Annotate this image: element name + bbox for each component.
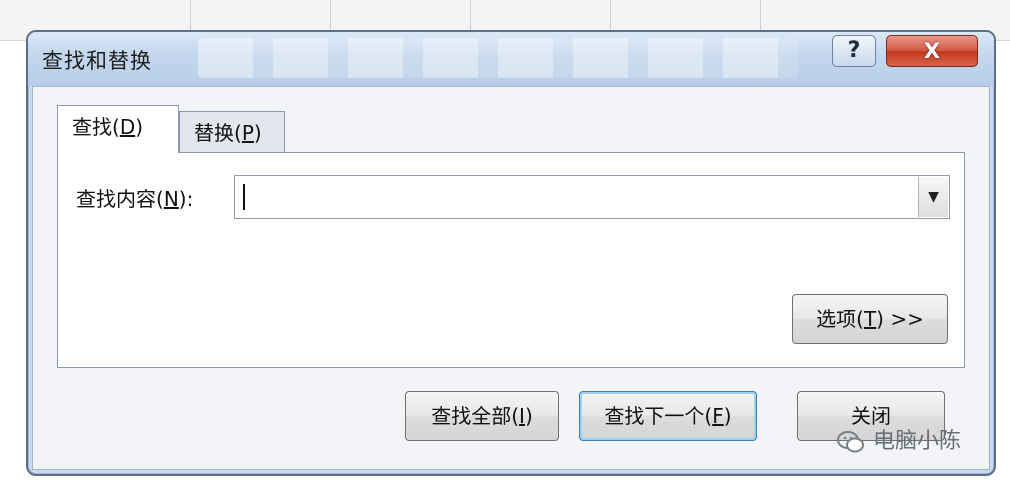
find-label-text: 查找内容( bbox=[76, 187, 164, 211]
find-next-suffix: ) bbox=[723, 404, 732, 428]
find-tab-panel: 查找内容(N): ▼ 选项(T) >> bbox=[57, 152, 965, 368]
dialog-client-area: 查找(D) 替换(P) 查找内容(N): ▼ 选项(T) >> 查找全部(I) bbox=[32, 86, 990, 470]
text-caret bbox=[243, 184, 245, 210]
chevron-down-icon: ▼ bbox=[928, 189, 939, 205]
help-button[interactable]: ? bbox=[832, 35, 876, 67]
tab-find-text: 查找( bbox=[72, 115, 120, 139]
tab-replace[interactable]: 替换(P) bbox=[179, 111, 285, 155]
tab-replace-text: 替换( bbox=[194, 121, 242, 145]
find-all-text: 查找全部( bbox=[431, 404, 520, 428]
tab-find-accesskey: D bbox=[119, 115, 136, 139]
close-window-button[interactable]: X bbox=[886, 35, 978, 67]
dialog-title: 查找和替换 bbox=[42, 49, 152, 73]
find-next-accesskey: F bbox=[712, 404, 724, 428]
watermark-text: 电脑小陈 bbox=[873, 429, 962, 454]
help-icon: ? bbox=[847, 38, 861, 63]
find-all-button[interactable]: 查找全部(I) bbox=[405, 391, 559, 441]
dialog-titlebar[interactable]: 查找和替换 ? X bbox=[28, 32, 994, 86]
tab-replace-suffix: ) bbox=[253, 121, 262, 145]
find-next-button[interactable]: 查找下一个(F) bbox=[579, 391, 757, 441]
find-label-suffix: ): bbox=[178, 187, 194, 211]
find-next-text: 查找下一个( bbox=[604, 404, 713, 428]
watermark: 电脑小陈 bbox=[836, 424, 961, 460]
find-what-label: 查找内容(N): bbox=[76, 183, 193, 212]
options-accesskey: T bbox=[863, 307, 877, 331]
tab-find-suffix: ) bbox=[135, 115, 144, 139]
tab-replace-accesskey: P bbox=[241, 121, 254, 145]
options-button[interactable]: 选项(T) >> bbox=[792, 294, 948, 344]
wechat-icon bbox=[837, 431, 864, 453]
options-suffix: ) >> bbox=[876, 307, 924, 331]
find-replace-dialog: 查找和替换 ? X 查找(D) 替换(P) 查找内容(N): ▼ 选项(T) >… bbox=[26, 30, 996, 476]
tab-find[interactable]: 查找(D) bbox=[57, 105, 179, 153]
dropdown-arrow-button[interactable]: ▼ bbox=[918, 177, 948, 217]
find-all-suffix: ) bbox=[524, 404, 533, 428]
find-label-accesskey: N bbox=[163, 187, 179, 211]
find-what-combobox[interactable]: ▼ bbox=[234, 175, 950, 219]
close-icon: X bbox=[923, 39, 941, 63]
titlebar-glass bbox=[198, 38, 798, 78]
options-text: 选项( bbox=[816, 307, 864, 331]
